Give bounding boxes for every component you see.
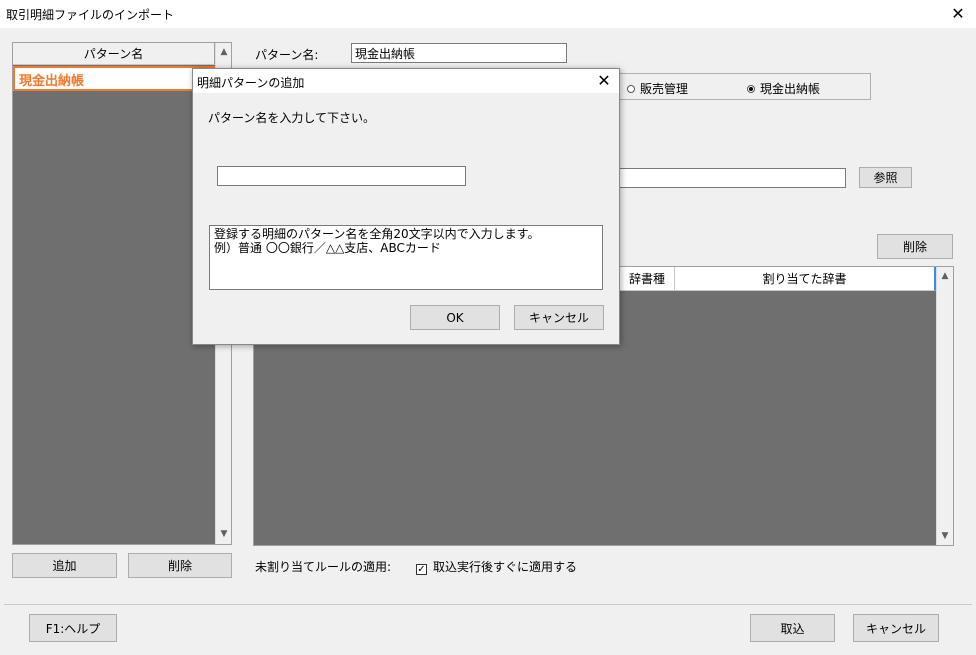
radio-sales-icon[interactable] [627, 85, 635, 93]
dialog-note-line1: 登録する明細のパターン名を全角20文字以内で入力します。 [214, 227, 540, 241]
scroll-up-icon[interactable]: ▲ [937, 271, 953, 281]
type-group: 販売管理 現金出納帳 [600, 73, 871, 100]
dialog-cancel-button[interactable]: キャンセル [514, 305, 604, 330]
dialog-title: 明細パターンの追加 [197, 76, 305, 90]
apply-checkbox[interactable]: ✓ 取込実行後すぐに適用する [416, 558, 577, 575]
window-titlebar: 取引明細ファイルのインポート ✕ [0, 0, 976, 28]
file-path-field[interactable] [600, 168, 846, 188]
dialog-ok-button[interactable]: OK [410, 305, 500, 330]
grid-col-dict-type[interactable]: 辞書種 [620, 267, 675, 291]
checkbox-checked-icon[interactable]: ✓ [416, 564, 427, 575]
grid-col-assigned-dict[interactable]: 割り当てた辞書 [675, 267, 936, 291]
pattern-name-label: パターン名: [255, 48, 319, 62]
dialog-note-line2: 例）普通 〇〇銀行／△△支店、ABCカード [214, 241, 441, 255]
cancel-button[interactable]: キャンセル [853, 614, 939, 642]
scroll-up-icon[interactable]: ▲ [216, 47, 232, 57]
rules-grid-scrollbar[interactable]: ▲ ▼ [936, 267, 953, 545]
add-pattern-button[interactable]: 追加 [12, 553, 117, 578]
footer-divider [4, 604, 972, 605]
add-pattern-dialog: 明細パターンの追加 ✕ パターン名を入力して下さい。 登録する明細のパターン名を… [192, 68, 620, 345]
dialog-close-icon[interactable]: ✕ [594, 71, 614, 91]
scroll-down-icon[interactable]: ▼ [216, 529, 232, 539]
radio-sales-label: 販売管理 [640, 82, 689, 96]
scroll-down-icon[interactable]: ▼ [937, 531, 953, 541]
browse-button[interactable]: 参照 [859, 167, 912, 188]
delete-rule-button[interactable]: 削除 [877, 234, 953, 259]
delete-pattern-button[interactable]: 削除 [128, 553, 232, 578]
radio-cash-label: 現金出納帳 [760, 82, 821, 96]
apply-checkbox-label: 取込実行後すぐに適用する [433, 560, 578, 574]
pattern-list-header[interactable]: パターン名 [13, 43, 215, 65]
dialog-note: 登録する明細のパターン名を全角20文字以内で入力します。 例）普通 〇〇銀行／△… [209, 225, 603, 290]
radio-cash[interactable]: 現金出納帳 [747, 80, 820, 97]
radio-sales[interactable]: 販売管理 [627, 80, 688, 97]
window-title: 取引明細ファイルのインポート [6, 8, 175, 22]
window-close-icon[interactable]: ✕ [948, 4, 968, 24]
pattern-list-body [13, 65, 215, 544]
unassigned-rule-label: 未割り当てルールの適用: [255, 560, 392, 574]
import-button[interactable]: 取込 [750, 614, 835, 642]
pattern-name-field[interactable]: 現金出納帳 [351, 43, 567, 63]
dialog-titlebar: 明細パターンの追加 ✕ [193, 69, 619, 93]
help-button[interactable]: F1:ヘルプ [29, 614, 117, 642]
radio-cash-icon[interactable] [747, 85, 755, 93]
list-item[interactable]: 現金出納帳 [13, 66, 215, 91]
dialog-prompt: パターン名を入力して下さい。 [208, 111, 376, 125]
pattern-name-input[interactable] [217, 166, 466, 186]
